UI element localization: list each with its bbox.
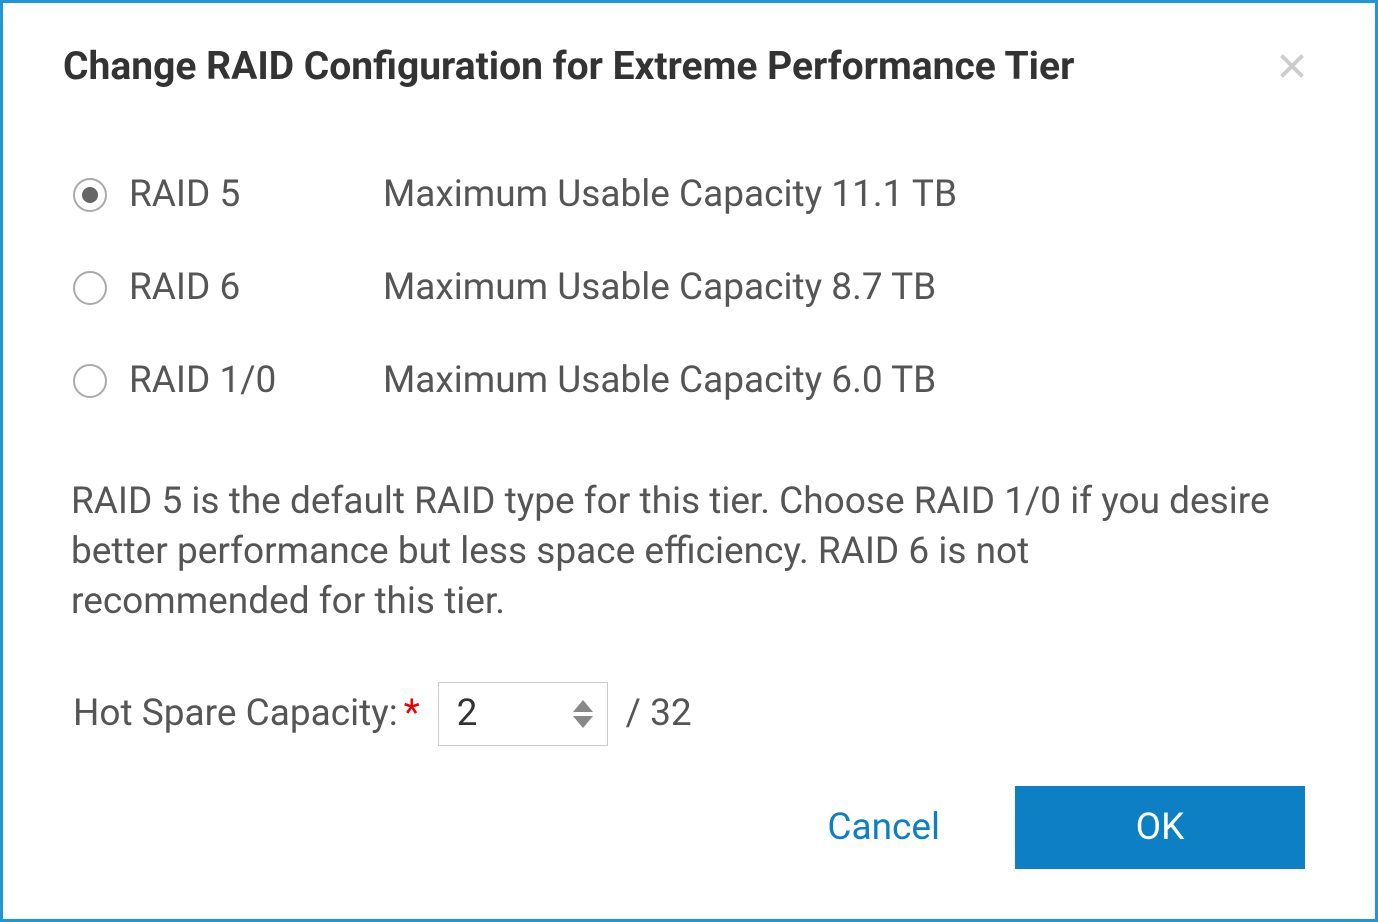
radio-label: RAID 5: [129, 173, 240, 216]
radio-icon[interactable]: [73, 364, 107, 398]
raid-options-group: RAID 5 Maximum Usable Capacity 11.1 TB R…: [63, 173, 1315, 402]
raid-option-raid5[interactable]: RAID 5 Maximum Usable Capacity 11.1 TB: [73, 173, 1315, 216]
hot-spare-row: Hot Spare Capacity: * 2 / 32: [63, 682, 1315, 746]
chevron-down-icon[interactable]: [573, 716, 593, 728]
ok-button[interactable]: OK: [1015, 786, 1305, 869]
radio-label: RAID 6: [129, 266, 240, 309]
radio-icon[interactable]: [73, 178, 107, 212]
raid-option-raid10[interactable]: RAID 1/0 Maximum Usable Capacity 6.0 TB: [73, 359, 1315, 402]
raid-config-dialog: Change RAID Configuration for Extreme Pe…: [0, 0, 1378, 922]
capacity-label: Maximum Usable Capacity 8.7 TB: [383, 266, 936, 309]
capacity-label: Maximum Usable Capacity 11.1 TB: [383, 173, 957, 216]
hot-spare-value[interactable]: 2: [439, 692, 573, 735]
raid-description: RAID 5 is the default RAID type for this…: [63, 477, 1315, 627]
raid-option-raid6[interactable]: RAID 6 Maximum Usable Capacity 8.7 TB: [73, 266, 1315, 309]
hot-spare-label: Hot Spare Capacity:: [73, 692, 398, 735]
chevron-up-icon[interactable]: [573, 700, 593, 712]
required-indicator: *: [404, 692, 420, 735]
close-icon[interactable]: [1269, 43, 1315, 93]
radio-icon[interactable]: [73, 271, 107, 305]
dialog-header: Change RAID Configuration for Extreme Pe…: [63, 43, 1315, 93]
capacity-label: Maximum Usable Capacity 6.0 TB: [383, 359, 936, 402]
hot-spare-stepper[interactable]: 2: [438, 682, 608, 746]
dialog-title: Change RAID Configuration for Extreme Pe…: [63, 43, 1074, 89]
dialog-footer: Cancel OK: [63, 786, 1315, 869]
hot-spare-max: / 32: [626, 692, 692, 735]
cancel-button[interactable]: Cancel: [807, 796, 960, 859]
radio-label: RAID 1/0: [129, 359, 276, 402]
